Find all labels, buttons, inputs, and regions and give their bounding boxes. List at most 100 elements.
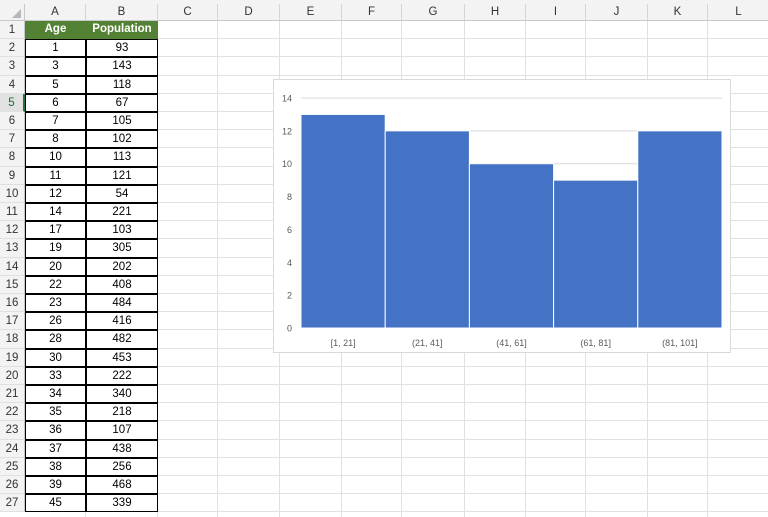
column-header-i[interactable]: I xyxy=(526,4,586,21)
row-header-24[interactable]: 24 xyxy=(0,439,25,458)
age-cell[interactable]: 8 xyxy=(25,130,86,149)
row-header-17[interactable]: 17 xyxy=(0,312,25,331)
column-header-a[interactable]: A xyxy=(25,4,86,21)
row-header-6[interactable]: 6 xyxy=(0,112,25,131)
column-header-c[interactable]: C xyxy=(158,4,218,21)
table-header-age[interactable]: Age xyxy=(25,21,86,40)
population-cell[interactable]: 468 xyxy=(86,476,158,495)
select-all-button[interactable] xyxy=(0,4,25,21)
population-cell[interactable]: 221 xyxy=(86,203,158,222)
population-cell[interactable]: 107 xyxy=(86,421,158,440)
age-cell[interactable]: 3 xyxy=(25,57,86,76)
age-cell[interactable]: 39 xyxy=(25,476,86,495)
population-cell[interactable]: 256 xyxy=(86,457,158,476)
age-cell[interactable]: 17 xyxy=(25,221,86,240)
population-cell[interactable]: 202 xyxy=(86,257,158,276)
population-cell[interactable]: 438 xyxy=(86,439,158,458)
age-cell[interactable]: 33 xyxy=(25,366,86,385)
age-cell[interactable]: 20 xyxy=(25,257,86,276)
column-header-f[interactable]: F xyxy=(342,4,402,21)
row-header-2[interactable]: 2 xyxy=(0,39,25,58)
row-header-22[interactable]: 22 xyxy=(0,403,25,422)
age-cell[interactable]: 36 xyxy=(25,421,86,440)
row-header-10[interactable]: 10 xyxy=(0,184,25,203)
population-cell[interactable]: 102 xyxy=(86,130,158,149)
population-cell[interactable]: 113 xyxy=(86,148,158,167)
population-cell[interactable]: 103 xyxy=(86,221,158,240)
age-cell[interactable]: 26 xyxy=(25,312,86,331)
population-cell[interactable]: 93 xyxy=(86,39,158,58)
age-cell[interactable]: 30 xyxy=(25,348,86,367)
population-cell[interactable]: 339 xyxy=(86,494,158,513)
column-header-g[interactable]: G xyxy=(402,4,465,21)
row-header-7[interactable]: 7 xyxy=(0,130,25,149)
age-cell[interactable]: 6 xyxy=(25,93,86,112)
row-header-9[interactable]: 9 xyxy=(0,166,25,185)
column-header-b[interactable]: B xyxy=(86,4,158,21)
row-header-11[interactable]: 11 xyxy=(0,203,25,222)
spreadsheet-grid[interactable]: ABCDEFGHIJKL 1 2 3 4 5 6 7 8 9 10 11 12 13 14 15 16 17 18… xyxy=(0,4,768,517)
age-cell[interactable]: 23 xyxy=(25,294,86,313)
population-cell[interactable]: 143 xyxy=(86,57,158,76)
age-cell[interactable]: 37 xyxy=(25,439,86,458)
age-cell[interactable]: 11 xyxy=(25,166,86,185)
column-header-d[interactable]: D xyxy=(218,4,280,21)
histogram-bar xyxy=(637,130,723,329)
population-cell[interactable]: 408 xyxy=(86,275,158,294)
population-cell[interactable]: 67 xyxy=(86,93,158,112)
population-cell[interactable]: 305 xyxy=(86,239,158,258)
row-header-14[interactable]: 14 xyxy=(0,257,25,276)
row-header-3[interactable]: 3 xyxy=(0,57,25,76)
population-cell[interactable]: 453 xyxy=(86,348,158,367)
age-cell[interactable]: 34 xyxy=(25,385,86,404)
row-header-18[interactable]: 18 xyxy=(0,330,25,349)
population-cell[interactable]: 222 xyxy=(86,366,158,385)
age-cell[interactable]: 7 xyxy=(25,112,86,131)
y-tick-label: 10 xyxy=(282,159,292,169)
row-header-16[interactable]: 16 xyxy=(0,294,25,313)
age-cell[interactable]: 12 xyxy=(25,184,86,203)
column-header-k[interactable]: K xyxy=(648,4,708,21)
age-cell[interactable]: 22 xyxy=(25,275,86,294)
age-cell[interactable]: 45 xyxy=(25,494,86,513)
row-header-26[interactable]: 26 xyxy=(0,476,25,495)
age-cell[interactable]: 5 xyxy=(25,75,86,94)
row-header-21[interactable]: 21 xyxy=(0,385,25,404)
age-cell[interactable]: 14 xyxy=(25,203,86,222)
histogram-chart[interactable]: 0 2 4 6 8 10 12 14 [1, 21] (21, 41] (41, 61] (61, 8… xyxy=(273,79,731,353)
row-header-19[interactable]: 19 xyxy=(0,348,25,367)
row-header-20[interactable]: 20 xyxy=(0,366,25,385)
population-cell[interactable]: 121 xyxy=(86,166,158,185)
row-header-13[interactable]: 13 xyxy=(0,239,25,258)
population-cell[interactable]: 482 xyxy=(86,330,158,349)
age-cell[interactable]: 35 xyxy=(25,403,86,422)
population-cell[interactable]: 118 xyxy=(86,75,158,94)
row-header-15[interactable]: 15 xyxy=(0,275,25,294)
age-cell[interactable]: 38 xyxy=(25,457,86,476)
population-cell[interactable]: 416 xyxy=(86,312,158,331)
population-cell[interactable]: 340 xyxy=(86,385,158,404)
row-header-27[interactable]: 27 xyxy=(0,494,25,513)
column-header-l[interactable]: L xyxy=(708,4,768,21)
population-cell[interactable]: 105 xyxy=(86,112,158,131)
table-header-population[interactable]: Population xyxy=(86,21,158,40)
population-cell[interactable]: 218 xyxy=(86,403,158,422)
column-header-h[interactable]: H xyxy=(465,4,526,21)
row-header-4[interactable]: 4 xyxy=(0,75,25,94)
row-header-12[interactable]: 12 xyxy=(0,221,25,240)
age-cell[interactable]: 19 xyxy=(25,239,86,258)
column-header-j[interactable]: J xyxy=(586,4,648,21)
population-cell[interactable]: 484 xyxy=(86,294,158,313)
age-cell[interactable]: 10 xyxy=(25,148,86,167)
row-header-1[interactable]: 1 xyxy=(0,21,25,40)
population-cell[interactable]: 54 xyxy=(86,184,158,203)
histogram-bar xyxy=(384,130,470,329)
row-header-5[interactable]: 5 xyxy=(0,93,25,112)
y-tick-label: 8 xyxy=(287,192,292,202)
age-cell[interactable]: 1 xyxy=(25,39,86,58)
row-header-8[interactable]: 8 xyxy=(0,148,25,167)
row-header-25[interactable]: 25 xyxy=(0,457,25,476)
age-cell[interactable]: 28 xyxy=(25,330,86,349)
row-header-23[interactable]: 23 xyxy=(0,421,25,440)
column-header-e[interactable]: E xyxy=(280,4,342,21)
